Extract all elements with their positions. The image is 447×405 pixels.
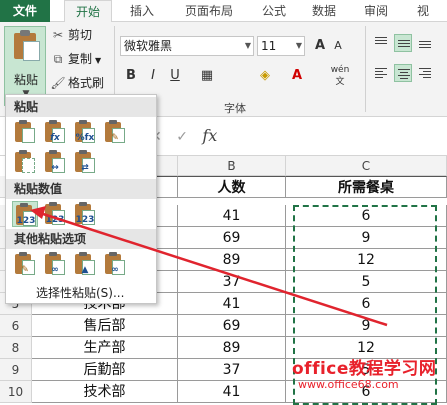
tab-insert[interactable]: 插入 [122,0,162,22]
format-painter-button[interactable]: 🖌 格式刷 [50,74,104,92]
table-cell[interactable]: 6 [286,293,447,315]
paste-keep-column-widths-icon[interactable]: ↔ [42,149,68,175]
row-header[interactable]: 9 [0,359,32,381]
tab-review[interactable]: 审阅 [356,0,396,22]
cell-header-tables[interactable]: 所需餐桌 [286,176,447,198]
watermark-title: office教程学习网 [292,359,437,379]
group-divider [365,26,366,112]
table-cell[interactable]: 技术部 [32,381,178,403]
menu-section-other-paste: 其他粘贴选项 [6,229,156,249]
paste-icon[interactable] [12,119,38,145]
watermark-url: www.office68.com [298,378,399,391]
column-header-c[interactable]: C [286,156,447,176]
bold-button[interactable]: B [122,66,140,86]
paste-options-menu: 粘贴 fx %fx ✎ ↔ ⇄ 粘贴数值 123 123 123 其他粘贴选项 … [5,94,157,304]
align-center-icon[interactable] [394,64,412,82]
paste-values-source-format-icon[interactable]: 123 [72,201,98,227]
copy-icon: ⧉ [53,52,63,66]
table-cell[interactable]: 37 [178,359,286,381]
column-header-b[interactable]: B [178,156,286,176]
font-size-select[interactable]: 11 ▼ [257,36,305,56]
cut-button[interactable]: ✂ 剪切 [50,26,92,44]
tab-data[interactable]: 数据 [304,0,344,22]
align-left-icon[interactable] [372,64,390,82]
table-cell[interactable]: 9 [286,227,447,249]
row-header[interactable]: 8 [0,337,32,359]
font-color-icon[interactable]: A [286,66,308,86]
table-cell[interactable]: 后勤部 [32,359,178,381]
tab-formulas[interactable]: 公式 [254,0,294,22]
paste-linked-picture-icon[interactable]: ∞ [102,251,128,277]
paste-transpose-icon[interactable]: ⇄ [72,149,98,175]
tab-view[interactable]: 视 [408,0,438,22]
excel-window: 文件 开始 插入 页面布局 公式 数据 审阅 视 粘贴 ▼ ✂剪切 ⧉复制▼ 🖌… [0,0,447,405]
table-cell[interactable]: 69 [178,315,286,337]
chevron-down-icon: ▼ [244,41,251,50]
table-cell[interactable]: 5 [286,271,447,293]
fill-color-icon[interactable]: ◈ [254,66,276,86]
copy-button[interactable]: ⧉ 复制 ▼ [50,50,101,68]
paste-formulas-icon[interactable]: fx [42,119,68,145]
table-cell[interactable]: 12 [286,249,447,271]
table-cell[interactable]: 41 [178,205,286,227]
paste-formulas-number-format-icon[interactable]: %fx [72,119,98,145]
scissors-icon: ✂ [52,28,64,42]
italic-button[interactable]: I [144,66,162,86]
paste-picture-icon[interactable]: ▲ [72,251,98,277]
align-middle-icon[interactable] [394,34,412,52]
cell-header-people[interactable]: 人数 [178,176,286,198]
table-cell[interactable]: 89 [178,249,286,271]
insert-function-button[interactable]: fx [202,126,217,145]
paste-no-borders-icon[interactable] [12,149,38,175]
table-cell[interactable]: 69 [178,227,286,249]
enter-icon[interactable]: ✓ [176,129,188,145]
align-bottom-icon[interactable] [416,34,434,52]
table-cell[interactable]: 41 [178,381,286,403]
menu-section-paste-values: 粘贴数值 [6,179,156,199]
ribbon-tabs: 文件 开始 插入 页面布局 公式 数据 审阅 视 [0,0,447,23]
chevron-down-icon: ▼ [295,41,302,50]
row-header[interactable]: 10 [0,381,32,403]
row-header[interactable]: 6 [0,315,32,337]
phonetic-guide-button[interactable]: wén 文 [326,64,354,87]
paste-values-icon[interactable]: 123 [12,201,38,227]
tab-home[interactable]: 开始 [64,0,112,23]
border-icon[interactable]: ▦ [196,66,218,86]
menu-section-paste: 粘贴 [6,97,156,117]
grow-font-button[interactable]: A [312,36,328,56]
paste-values-number-format-icon[interactable]: 123 [42,201,68,227]
table-cell[interactable]: 售后部 [32,315,178,337]
table-cell[interactable]: 生产部 [32,337,178,359]
table-cell[interactable]: 89 [178,337,286,359]
font-group-label: 字体 [224,102,246,115]
underline-button[interactable]: U [166,66,184,86]
tab-file[interactable]: 文件 [0,0,50,22]
paste-keep-source-format-icon[interactable]: ✎ [102,119,128,145]
paste-formatting-icon[interactable]: ✎ [12,251,38,277]
align-right-icon[interactable] [416,64,434,82]
paintbrush-icon: 🖌 [50,76,66,90]
selective-paste-item[interactable]: 选择性粘贴(S)... [36,284,124,301]
font-name-select[interactable]: 微软雅黑 ▼ [120,36,254,56]
tab-page-layout[interactable]: 页面布局 [172,0,246,22]
table-cell[interactable]: 41 [178,293,286,315]
paste-link-icon[interactable]: ∞ [42,251,68,277]
table-cell[interactable]: 9 [286,315,447,337]
table-cell[interactable]: 37 [178,271,286,293]
table-cell[interactable]: 6 [286,205,447,227]
align-top-icon[interactable] [372,34,390,52]
paste-label: 粘贴 [13,73,38,87]
shrink-font-button[interactable]: A [330,36,346,56]
